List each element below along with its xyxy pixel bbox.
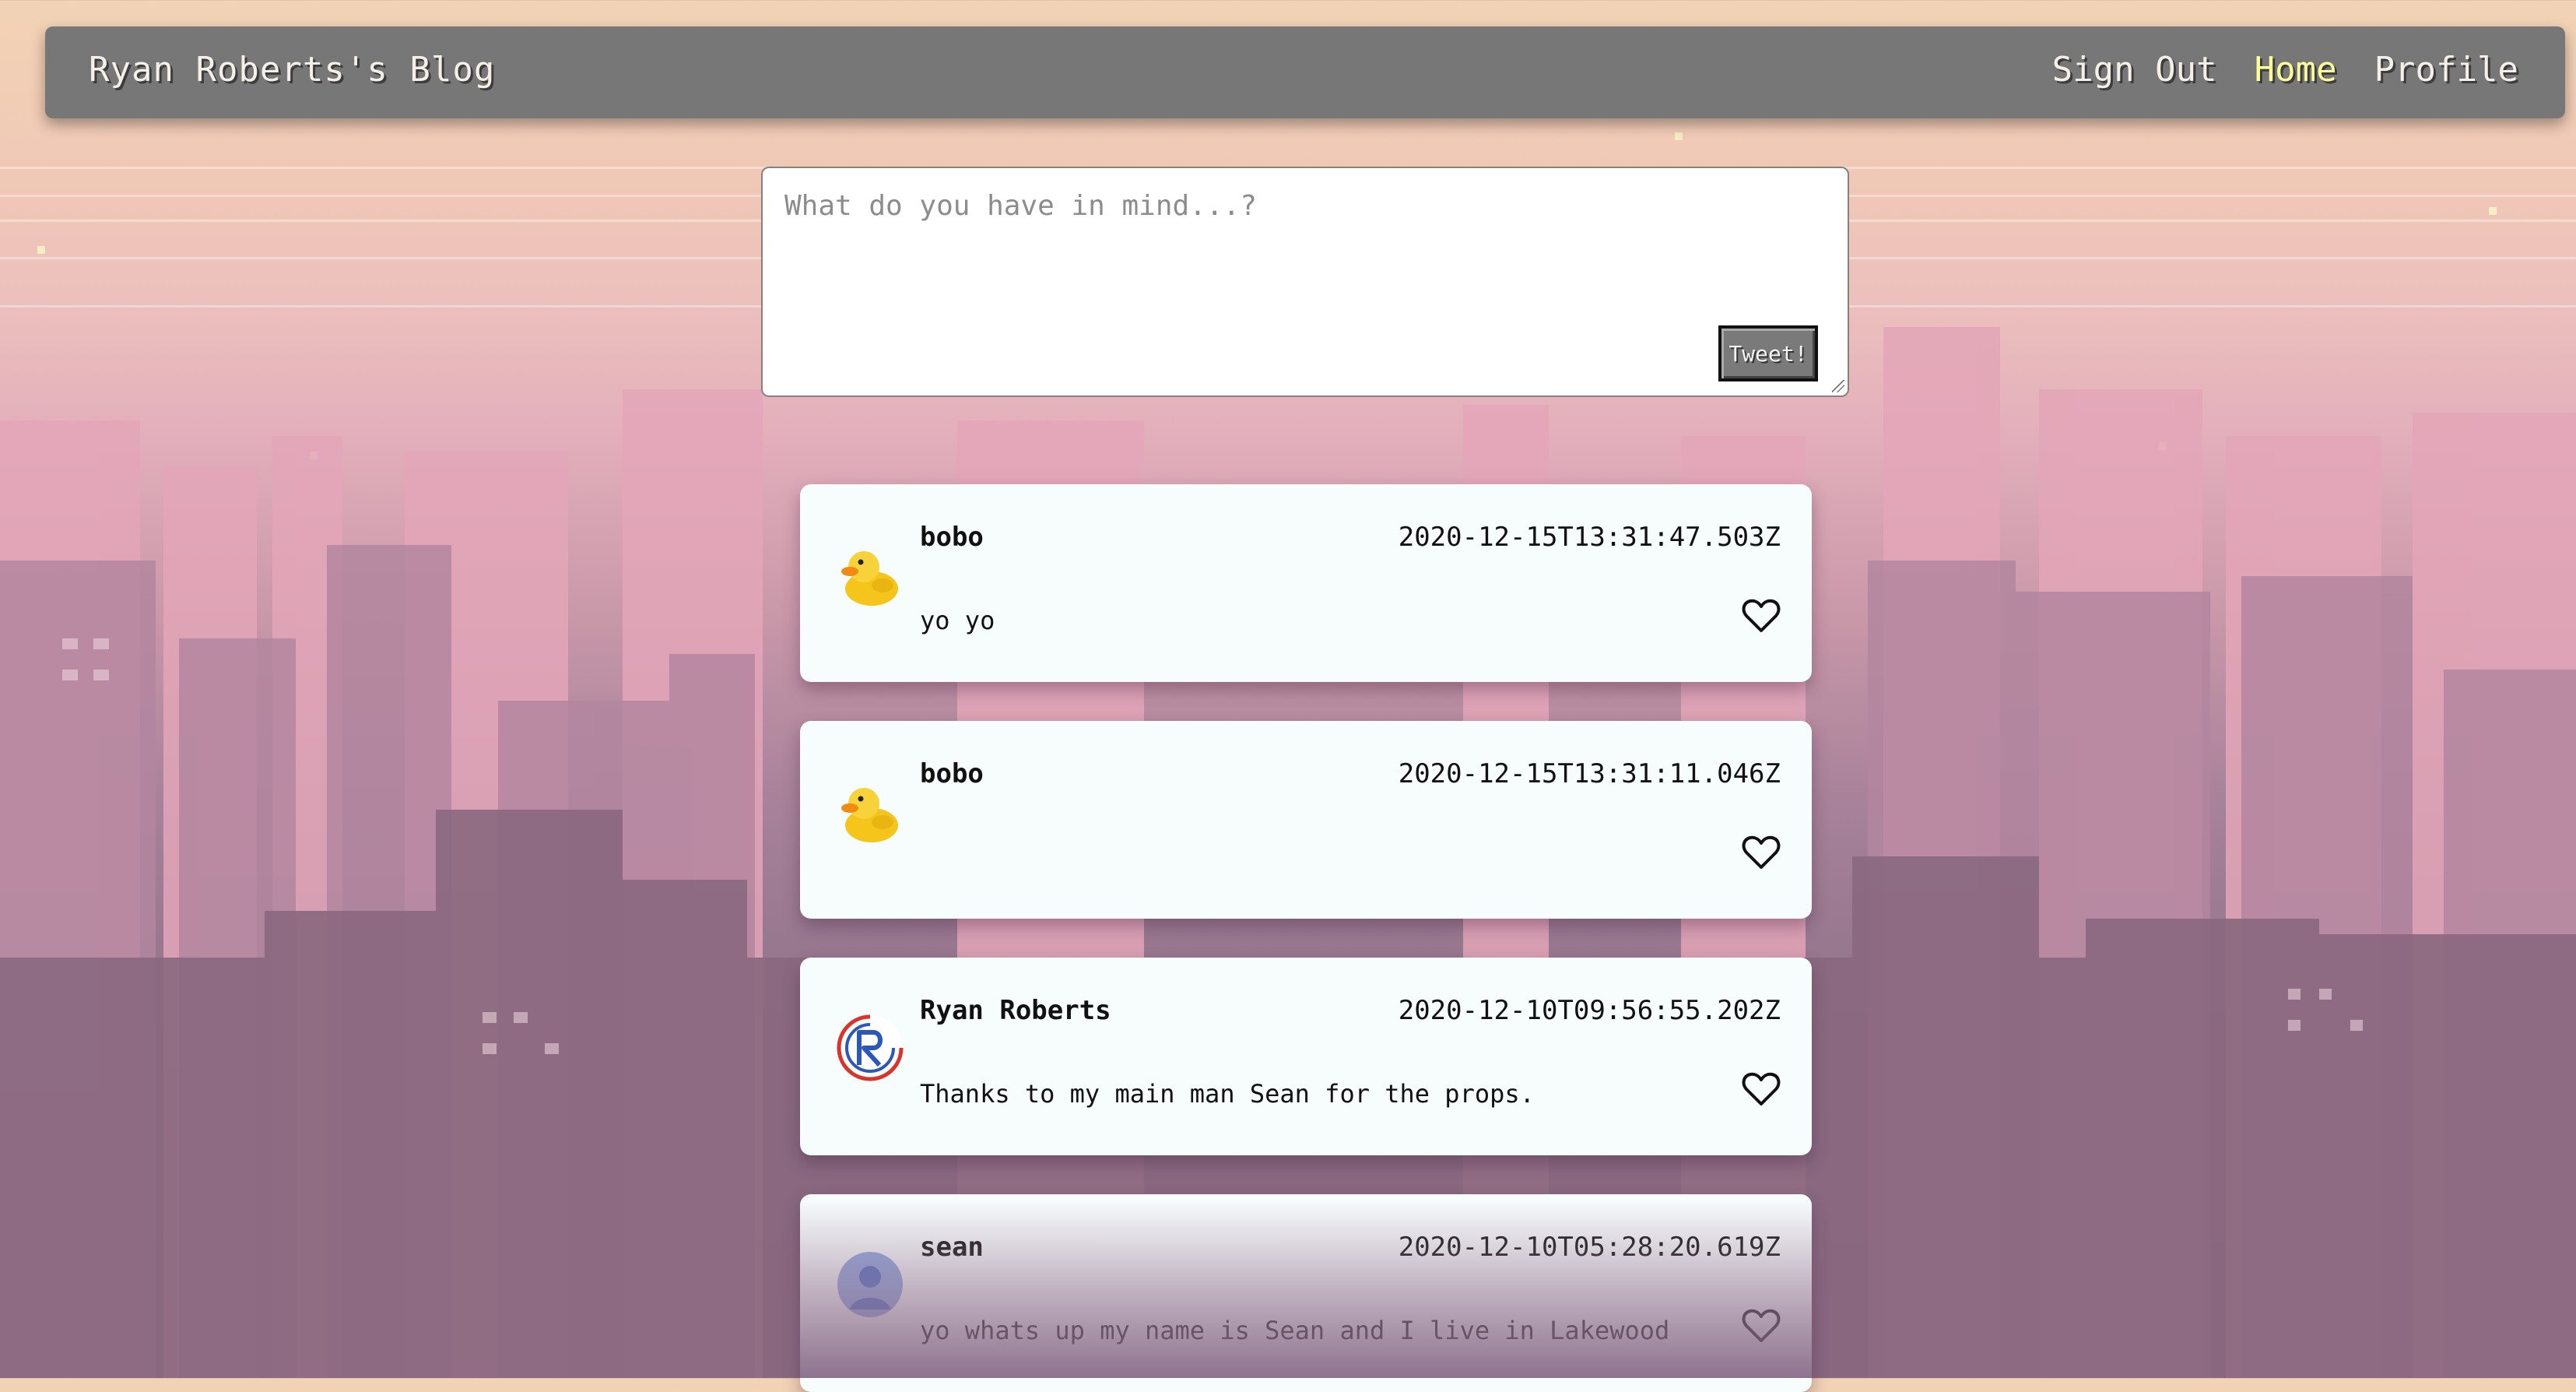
post-username[interactable]: Ryan Roberts	[920, 995, 1111, 1026]
resize-handle[interactable]	[1832, 380, 1844, 392]
post-timestamp: 2020-12-15T13:31:11.046Z	[1398, 758, 1781, 789]
post-username[interactable]: bobo	[920, 522, 984, 553]
heart-icon[interactable]	[1742, 835, 1781, 870]
post-text: yo whats up my name is Sean and I live i…	[920, 1316, 1670, 1345]
post-timestamp: 2020-12-15T13:31:47.503Z	[1398, 522, 1781, 553]
heart-icon[interactable]	[1742, 1308, 1781, 1344]
nav-links: Sign Out Home Profile	[2052, 50, 2518, 90]
post-timestamp: 2020-12-10T09:56:55.202Z	[1398, 995, 1781, 1026]
post-text: yo yo	[920, 606, 995, 635]
tweet-input[interactable]	[763, 168, 1848, 395]
rubber-duck-avatar-icon	[841, 788, 898, 842]
rubber-duck-avatar-icon	[841, 551, 898, 606]
nav-home[interactable]: Home	[2255, 50, 2337, 90]
nav-sign-out[interactable]: Sign Out	[2052, 50, 2217, 90]
post-card: bobo 2020-12-15T13:31:47.503Z yo yo	[800, 484, 1812, 682]
heart-icon[interactable]	[1742, 1071, 1781, 1107]
post-username[interactable]: sean	[920, 1232, 984, 1263]
post-text: Thanks to my main man Sean for the props…	[920, 1079, 1535, 1109]
tweet-button[interactable]: Tweet!	[1718, 325, 1818, 381]
default-user-avatar-icon	[837, 1252, 903, 1317]
post-timestamp: 2020-12-10T05:28:20.619Z	[1398, 1232, 1781, 1263]
blog-title[interactable]: Ryan Roberts's Blog	[89, 50, 495, 90]
tweet-composer: Tweet!	[761, 167, 1849, 397]
nav-profile[interactable]: Profile	[2374, 50, 2518, 90]
heart-icon[interactable]	[1742, 598, 1781, 634]
post-card: bobo 2020-12-15T13:31:11.046Z	[800, 721, 1812, 919]
post-username[interactable]: bobo	[920, 758, 984, 789]
post-card: sean 2020-12-10T05:28:20.619Z yo whats u…	[800, 1194, 1812, 1392]
post-card: Ryan Roberts 2020-12-10T09:56:55.202Z Th…	[800, 958, 1812, 1155]
r-logo-avatar-icon	[837, 1014, 904, 1081]
top-navbar: Ryan Roberts's Blog Sign Out Home Profil…	[45, 26, 2565, 118]
